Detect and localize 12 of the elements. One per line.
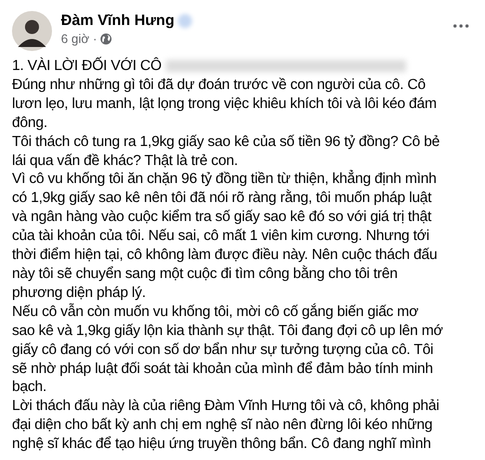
blurred-badge	[178, 14, 192, 28]
globe-icon	[100, 33, 112, 45]
more-options-icon[interactable]	[453, 24, 469, 28]
post-paragraph: Nếu cô vẫn còn muốn vu khống tôi, mời cô cố gắng biến giấc mơ sao kê và 1,9kg giấy lộn kia thành sự thật. Tôi đang đợi cô up lên mớ giấy cô đang có với con số dơ bẩn như sự tưởng tượng của cô. Tôi sẽ nhờ pháp luật đối soát tài khoản của mình để đảm bảo tính minh bạch.	[12, 302, 444, 398]
post-paragraph: Lời thách đấu này là của riêng Đàm Vĩnh Hưng tôi và cô, không phải đại diện cho bất kỳ anh chị em nghệ sĩ nào nên đừng lôi kéo những nghệ sĩ khác để tạo hiệu ứng truyền thông bẩn. Cô đang nghĩ mình	[12, 397, 440, 454]
avatar[interactable]	[12, 11, 52, 51]
post-heading: 1. VÀI LỜI ĐỐI VỚI CÔ	[12, 57, 162, 76]
post-paragraph: Đúng như những gì tôi đã dự đoán trước về con người của cô. Cô lươn lẹo, lưu manh, lật lọng trong việc khiêu khích tôi và lôi kéo đám đông.	[12, 76, 438, 133]
post-paragraph: Tôi thách cô tung ra 1,9kg giấy sao kê của số tiền 96 tỷ đồng? Cô bẻ lái qua vấn đề khác? Thật là trẻ con.	[12, 132, 441, 170]
post-time[interactable]: 6 giờ ·	[61, 32, 97, 46]
author-name[interactable]: Đàm Vĩnh Hưng	[61, 12, 174, 29]
post-paragraph: Vì cô vu khống tôi ăn chặn 96 tỷ đồng tiền từ thiện, khẳng định mình có 1,9kg giấy sao kê nên tôi đã nói rõ ràng rằng, tôi muốn pháp luật và ngân hàng vào cuộc kiểm tra số giấy sao kê đó so với giá trị thật của tài khoản của tôi. Nếu sai, cô mất 1 viên kim cương. Nhưng tới thời điểm hiện tại, cô không làm được điều này. Nên cuộc thách đấu này tôi sẽ chuyển sang một cuộc đi tìm công bằng cho tôi trên phương diện pháp lý.	[12, 170, 438, 303]
